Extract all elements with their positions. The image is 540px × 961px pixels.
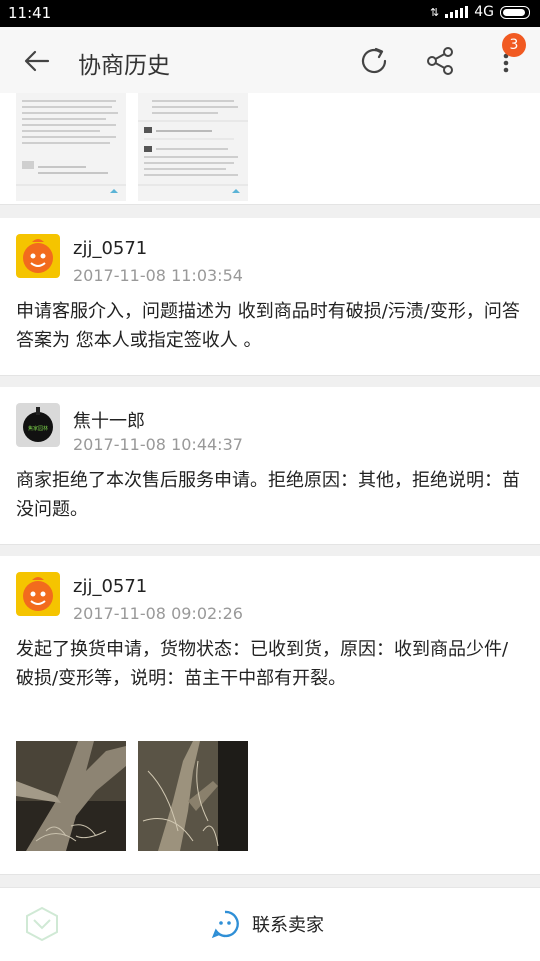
entry-timestamp: 2017-11-08 10:44:37 xyxy=(73,435,243,454)
notification-badge: 3 xyxy=(502,33,526,57)
app-bar: 协商历史 xyxy=(0,27,540,93)
user-name: 焦十一郎 xyxy=(73,411,145,432)
user-avatar xyxy=(16,572,60,616)
attachment-image[interactable] xyxy=(16,93,126,201)
user-avatar xyxy=(16,234,60,278)
network-type: 4G xyxy=(474,4,494,20)
attachment-photo[interactable] xyxy=(16,741,126,851)
history-card: zjj_0571 2017-11-08 11:03:54 申请客服介入，问题描述… xyxy=(0,218,540,376)
contact-seller-label: 联系卖家 xyxy=(252,915,324,936)
data-transfer-icon: ⇅ xyxy=(430,5,440,19)
user-name: zjj_0571 xyxy=(73,238,148,259)
signal-icon xyxy=(445,6,469,18)
page-title: 协商历史 xyxy=(78,53,170,79)
history-card-partial xyxy=(0,93,540,205)
svg-text:焦家园林: 焦家园林 xyxy=(28,425,48,432)
history-card: 焦家园林 焦十一郎 2017-11-08 10:44:37 商家拒绝了本次售后服… xyxy=(0,387,540,545)
history-list[interactable]: zjj_0571 2017-11-08 11:03:54 申请客服介入，问题描述… xyxy=(0,93,540,883)
battery-icon xyxy=(500,5,530,19)
back-arrow-icon[interactable] xyxy=(22,46,52,76)
history-card: zjj_0571 2017-11-08 09:02:26 发起了换货申请，货物状… xyxy=(0,556,540,875)
bottom-action-bar: 联系卖家 xyxy=(0,887,540,961)
attachment-photo[interactable] xyxy=(138,741,248,851)
refresh-icon[interactable] xyxy=(358,45,390,77)
chat-bubble-icon xyxy=(211,910,239,939)
share-icon[interactable] xyxy=(424,45,456,77)
status-bar: 11:41 ⇅ 4G xyxy=(0,0,540,27)
entry-timestamp: 2017-11-08 11:03:54 xyxy=(73,266,243,285)
entry-message: 商家拒绝了本次售后服务申请。拒绝原因：其他，拒绝说明：苗没问题。 xyxy=(16,470,520,520)
contact-seller-button[interactable]: 联系卖家 xyxy=(210,908,324,940)
user-name: zjj_0571 xyxy=(73,576,148,597)
entry-message: 发起了换货申请，货物状态：已收到货，原因：收到商品少件/破损/变形等，说明：苗主… xyxy=(16,639,509,689)
status-time: 11:41 xyxy=(8,4,52,22)
attachment-image[interactable] xyxy=(138,93,248,201)
entry-timestamp: 2017-11-08 09:02:26 xyxy=(73,604,243,623)
status-icons: ⇅ 4G xyxy=(430,4,530,20)
seller-avatar: 焦家园林 xyxy=(16,403,60,447)
watermark-logo-icon xyxy=(26,906,58,942)
entry-message: 申请客服介入，问题描述为 收到商品时有破损/污渍/变形，问答答案为 您本人或指定… xyxy=(16,301,520,351)
